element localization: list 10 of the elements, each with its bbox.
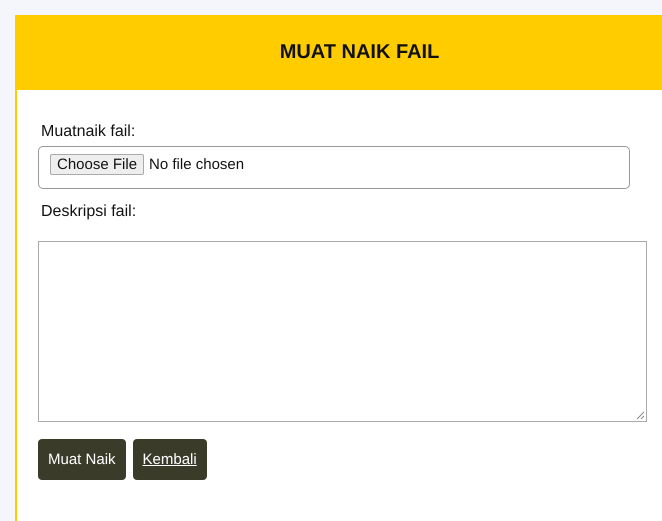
back-link[interactable]: Kembali (132, 439, 207, 480)
upload-button[interactable]: Muat Naik (38, 439, 126, 480)
field-label: Muatnaik fail: (41, 123, 136, 141)
file-status-text: No file chosen (149, 155, 244, 173)
resize-grip-icon[interactable] (636, 411, 645, 420)
choose-file-button[interactable]: Choose File (50, 154, 144, 175)
field-label: Deskripsi fail: (41, 203, 136, 221)
description-field[interactable] (38, 241, 647, 422)
page-title: MUAT NAIK FAIL (280, 41, 440, 64)
file-input-field[interactable]: Choose File No file chosen (38, 146, 630, 189)
